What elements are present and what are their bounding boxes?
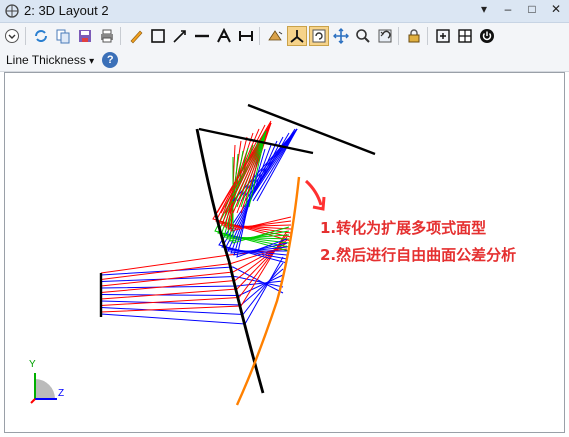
axes-view-icon[interactable]: [287, 26, 307, 46]
window-app-icon: [5, 4, 19, 18]
refresh-icon[interactable]: [31, 26, 51, 46]
line-icon[interactable]: [192, 26, 212, 46]
help-icon[interactable]: ?: [102, 52, 119, 68]
maximize-button[interactable]: □: [525, 2, 539, 16]
grid-icon[interactable]: [455, 26, 475, 46]
save-icon[interactable]: [75, 26, 95, 46]
fit-icon[interactable]: [433, 26, 453, 46]
line-thickness-label: Line Thickness: [6, 53, 86, 67]
window-titlebar: 2: 3D Layout 2 ▾ – □ ✕: [0, 0, 569, 23]
red-arrow-icon: [304, 179, 323, 206]
coordinate-axes: [30, 373, 57, 404]
print-icon[interactable]: [97, 26, 117, 46]
zoom-icon[interactable]: [353, 26, 373, 46]
annotation-line-1: 1.转化为扩展多项式面型: [320, 219, 487, 237]
pan-icon[interactable]: [331, 26, 351, 46]
main-toolbar: [0, 23, 569, 49]
ray-bundle: [100, 120, 298, 325]
text-icon[interactable]: [214, 26, 234, 46]
secondary-toolbar: Line Thickness ▾ ?: [0, 49, 569, 72]
close-button[interactable]: ✕: [549, 2, 563, 16]
line-thickness-dropdown[interactable]: Line Thickness ▾: [6, 53, 94, 67]
layout-canvas[interactable]: 1.转化为扩展多项式面型 2.然后进行自由曲面公差分析 Y Z: [4, 72, 565, 433]
rectangle-icon[interactable]: [148, 26, 168, 46]
pencil-icon[interactable]: [126, 26, 146, 46]
arrow-line-icon[interactable]: [170, 26, 190, 46]
chevron-down-icon: ▾: [89, 56, 95, 67]
dimension-icon[interactable]: [236, 26, 256, 46]
annotation-line-2: 2.然后进行自由曲面公差分析: [320, 246, 517, 264]
window-title: 2: 3D Layout 2: [24, 3, 109, 18]
copy-icon[interactable]: [53, 26, 73, 46]
ray-blue: [100, 262, 284, 316]
reset-view-icon[interactable]: [309, 26, 329, 46]
undo-view-icon[interactable]: [375, 26, 395, 46]
power-icon[interactable]: [477, 26, 497, 46]
axis-z-label: Z: [58, 388, 65, 399]
pin-menu-button[interactable]: ▾: [477, 2, 491, 16]
dropdown-circle-icon[interactable]: [2, 26, 22, 46]
minimize-button[interactable]: –: [501, 2, 515, 16]
rotate-view-icon[interactable]: [265, 26, 285, 46]
axis-y-label: Y: [29, 359, 36, 370]
lock-icon[interactable]: [404, 26, 424, 46]
